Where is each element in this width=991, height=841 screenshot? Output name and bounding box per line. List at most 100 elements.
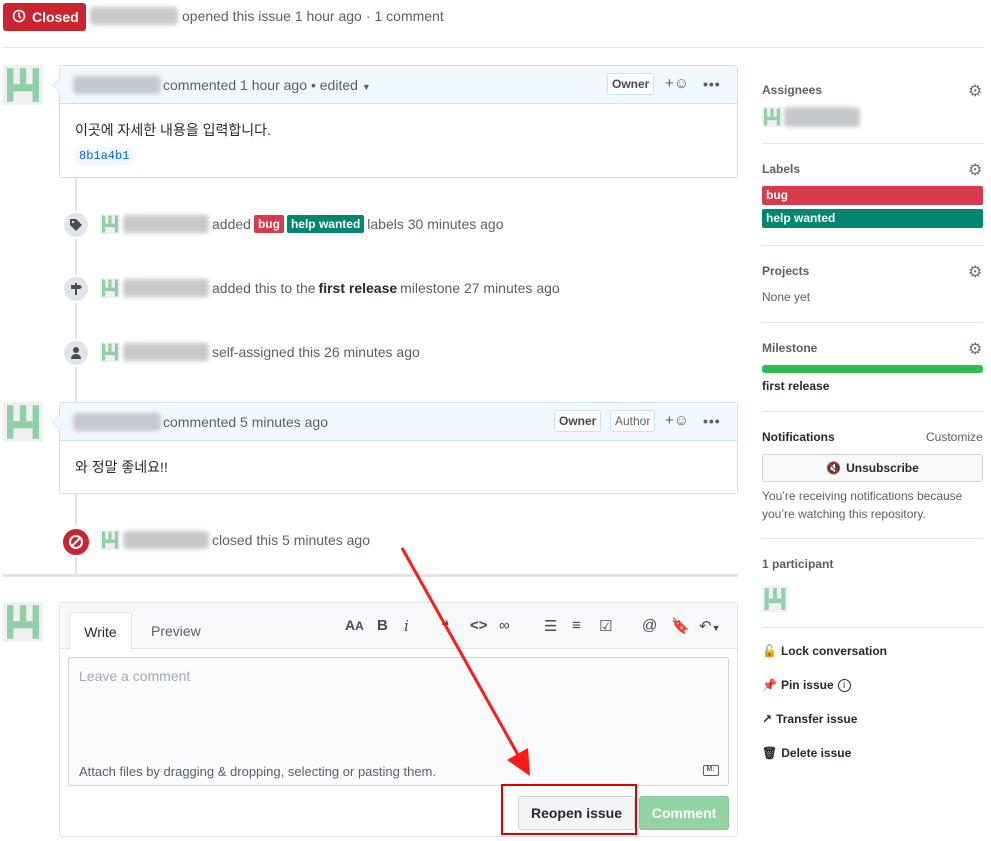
author-badge: Author — [610, 410, 656, 432]
lock-icon: 🔓 — [762, 644, 777, 658]
more-options-icon[interactable]: ••• — [703, 413, 721, 429]
commit-sha-link[interactable]: 8b1a4b1 — [75, 147, 134, 165]
milestone-progress-fill — [762, 365, 983, 373]
add-reaction-button[interactable]: +☺ — [665, 75, 689, 92]
commenter-name-redacted[interactable] — [73, 75, 161, 94]
assignee[interactable] — [762, 107, 860, 127]
avatar[interactable] — [100, 342, 120, 362]
label-bug[interactable]: bug — [253, 215, 284, 233]
mention-icon[interactable]: @ — [642, 617, 657, 634]
header-divider — [3, 47, 983, 48]
event-suffix: labels 30 minutes ago — [367, 216, 504, 232]
closed-issue-icon — [12, 9, 26, 26]
tab-write[interactable]: Write — [69, 612, 132, 650]
opened-text: opened this issue 1 hour ago — [182, 8, 362, 24]
comment-header: commented 5 minutes ago Owner Author +☺ … — [52, 403, 737, 441]
info-icon[interactable]: i — [837, 678, 851, 692]
labels-event: added bug help wanted labels 30 minutes … — [100, 214, 503, 234]
sidebar-divider — [762, 322, 983, 323]
event-text: closed this 5 minutes ago — [212, 532, 370, 548]
sidebar-divider — [762, 538, 983, 539]
customize-link[interactable]: Customize — [926, 430, 983, 444]
assign-event: self-assigned this 26 minutes ago — [100, 342, 420, 362]
event-verb: added — [212, 216, 251, 232]
actor-name-redacted[interactable] — [123, 531, 209, 549]
participants-title: 1 participant — [762, 557, 834, 571]
labels-title: Labels — [762, 162, 801, 176]
issue-state-label: Closed — [32, 9, 79, 25]
edited-dropdown[interactable]: • edited ▼ — [311, 77, 371, 93]
transfer-icon: ↗ — [762, 712, 773, 726]
more-options-icon[interactable]: ••• — [703, 76, 721, 92]
actor-name-redacted[interactable] — [123, 215, 209, 233]
gear-icon[interactable]: ⚙ — [968, 81, 982, 101]
sidebar-label-help-wanted[interactable]: help wanted — [762, 209, 983, 228]
assignee-name-redacted — [784, 107, 860, 127]
milestone-icon — [62, 275, 90, 303]
sidebar-divider — [762, 143, 983, 144]
owner-badge: Owner — [607, 73, 655, 95]
projects-value: None yet — [762, 290, 811, 304]
milestone-link[interactable]: first release — [319, 280, 398, 296]
text-size-icon[interactable]: AA — [345, 617, 364, 633]
milestone-link[interactable]: first release — [762, 379, 983, 393]
event-text: self-assigned this 26 minutes ago — [212, 344, 420, 360]
gear-icon[interactable]: ⚙ — [968, 160, 982, 180]
unsubscribe-button[interactable]: 🔇 Unsubscribe — [762, 454, 983, 482]
projects-title: Projects — [762, 264, 810, 278]
label-help-wanted[interactable]: help wanted — [286, 215, 365, 233]
trash-icon: 🗑 — [762, 746, 778, 760]
attach-hint: Attach files by dragging & dropping, sel… — [79, 764, 436, 779]
reply-icon[interactable]: ↶▼ — [699, 617, 721, 635]
milestone-event: added this to the first release mileston… — [100, 278, 560, 298]
assignees-title: Assignees — [762, 83, 823, 97]
avatar[interactable] — [3, 402, 43, 442]
smiley-icon: ☺ — [673, 412, 690, 429]
delete-issue-link[interactable]: 🗑 Delete issue — [762, 746, 983, 760]
tab-preview[interactable]: Preview — [139, 615, 213, 647]
add-reaction-button[interactable]: +☺ — [665, 412, 689, 429]
sidebar-divider — [762, 627, 983, 628]
annotation-arrow — [400, 547, 530, 776]
notification-reason: You’re receiving notifications because y… — [762, 489, 963, 521]
comment-time: commented 1 hour ago — [163, 76, 307, 93]
commenter-name-redacted[interactable] — [73, 412, 161, 431]
pin-icon: 📌 — [762, 678, 777, 692]
smiley-icon: ☺ — [673, 75, 690, 92]
author-name-redacted[interactable] — [90, 7, 178, 25]
task-list-icon[interactable]: ☑ — [599, 617, 612, 635]
lock-conversation-link[interactable]: 🔓 Lock conversation — [762, 644, 983, 658]
owner-badge: Owner — [554, 410, 602, 432]
timeline-end-divider — [3, 574, 738, 577]
closed-circle-slash-icon — [61, 527, 91, 557]
caret-down-icon: ▼ — [361, 81, 371, 92]
event-verb: added this to the — [212, 280, 316, 296]
sidebar-divider — [762, 245, 983, 246]
avatar[interactable] — [100, 214, 120, 234]
milestone-progress-bar — [762, 365, 983, 373]
avatar[interactable] — [100, 530, 120, 550]
numbered-list-icon[interactable]: ≡ — [572, 617, 581, 634]
pin-issue-link[interactable]: 📌 Pin issue i — [762, 678, 983, 692]
avatar[interactable] — [100, 278, 120, 298]
gear-icon[interactable]: ⚙ — [968, 262, 982, 282]
issue-state-badge: Closed — [3, 3, 86, 31]
sidebar-label-bug[interactable]: bug — [762, 186, 983, 205]
saved-reply-icon[interactable]: 🔖 — [671, 617, 690, 635]
avatar[interactable] — [3, 65, 43, 105]
annotation-highlight-box — [501, 784, 637, 835]
actor-name-redacted[interactable] — [123, 279, 209, 297]
comment-text: 와 정말 좋네요!! — [75, 459, 168, 475]
person-icon — [62, 339, 90, 367]
avatar[interactable] — [3, 602, 43, 642]
transfer-issue-link[interactable]: ↗ Transfer issue — [762, 712, 983, 726]
comment-button[interactable]: Comment — [639, 796, 729, 830]
sidebar-divider — [762, 411, 983, 412]
closed-event: closed this 5 minutes ago — [100, 530, 370, 550]
actor-name-redacted[interactable] — [123, 343, 209, 361]
bold-icon[interactable]: B — [377, 617, 388, 634]
comment-body: 이곳에 자세한 내용을 입력합니다. 8b1a4b1 — [60, 104, 737, 165]
participant-avatar[interactable] — [762, 586, 788, 612]
comment-header: commented 1 hour ago • edited ▼ Owner +☺… — [52, 66, 737, 104]
gear-icon[interactable]: ⚙ — [968, 339, 982, 359]
